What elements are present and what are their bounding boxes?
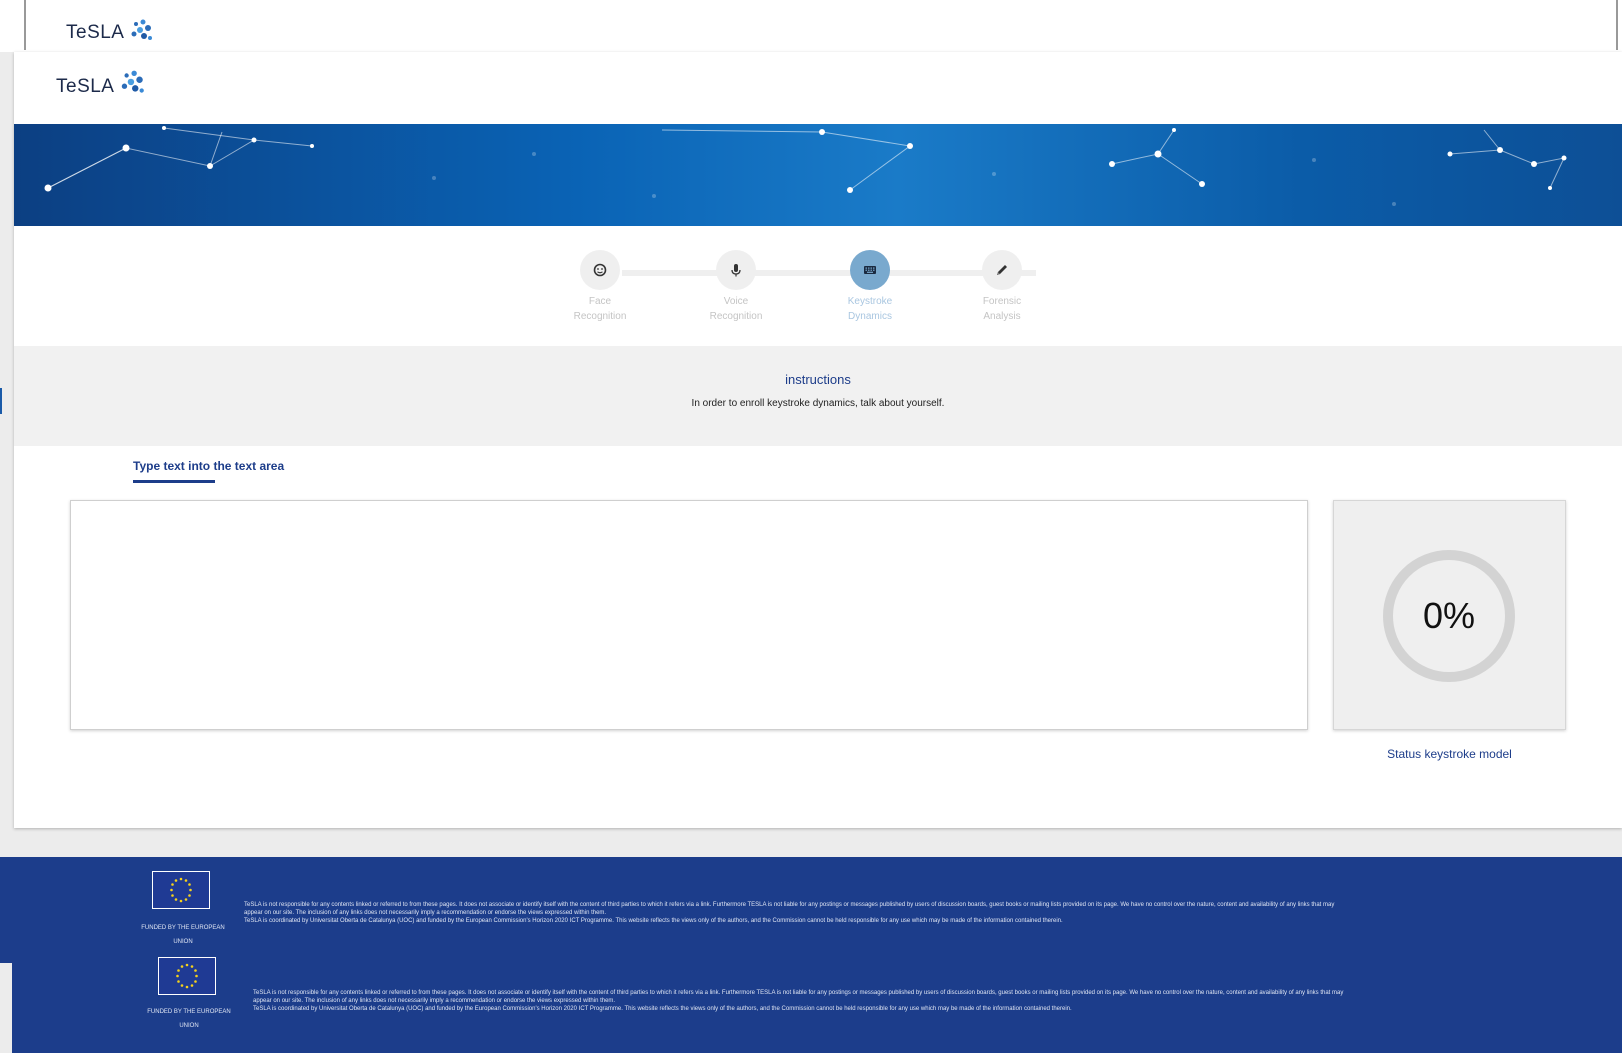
status-keystroke-panel: 0% bbox=[1333, 500, 1566, 730]
step-forensic-analysis[interactable]: Forensic Analysis bbox=[942, 226, 1062, 324]
step-label-line: Analysis bbox=[983, 311, 1021, 322]
disclaimer-line: appear on our site. The inclusion of any… bbox=[244, 910, 607, 916]
step-label-line: Dynamics bbox=[848, 311, 892, 322]
network-pattern-icon bbox=[44, 126, 1567, 206]
funded-line: FUNDED BY THE EUROPEAN bbox=[141, 925, 225, 931]
disclaimer-line: TeSLA is coordinated by Universitat Ober… bbox=[244, 918, 1063, 924]
logo[interactable]: TeSLA bbox=[56, 68, 146, 98]
step-label: Keystroke Dynamics bbox=[810, 294, 930, 324]
step-label: Voice Recognition bbox=[676, 294, 796, 324]
background-logo: TeSLA bbox=[66, 18, 154, 44]
logo-text: TeSLA bbox=[56, 76, 115, 97]
disclaimer-line: TeSLA is coordinated by Universitat Ober… bbox=[253, 1006, 1072, 1012]
background-header: TeSLA bbox=[0, 0, 1622, 52]
step-label-line: Recognition bbox=[709, 311, 763, 322]
disclaimer-text: TeSLA is not responsible for any content… bbox=[244, 901, 1484, 925]
tab-label: Type text into the text area bbox=[133, 459, 285, 473]
disclaimer-line: appear on our site. The inclusion of any… bbox=[253, 998, 616, 1004]
step-face-recognition[interactable]: Face Recognition bbox=[540, 226, 660, 324]
funded-line: FUNDED BY THE EUROPEAN bbox=[147, 1009, 231, 1015]
hero-banner bbox=[14, 124, 1622, 226]
logo-text: TeSLA bbox=[66, 22, 125, 43]
instructions-title: instructions bbox=[785, 372, 851, 387]
funded-line: UNION bbox=[179, 1023, 199, 1029]
background-marker bbox=[0, 388, 2, 414]
footer: FUNDED BY THE EUROPEAN UNION TeSLA is no… bbox=[12, 945, 1622, 1053]
step-keystroke-dynamics[interactable]: Keystroke Dynamics bbox=[810, 226, 930, 324]
logo-mark-icon bbox=[131, 19, 153, 40]
step-label-line: Voice bbox=[723, 296, 749, 307]
disclaimer-line: TeSLA is not responsible for any content… bbox=[253, 990, 1344, 996]
step-voice-recognition[interactable]: Voice Recognition bbox=[676, 226, 796, 324]
logo-mark-icon bbox=[122, 70, 145, 93]
status-keystroke-label: Status keystroke model bbox=[1387, 747, 1512, 761]
header: TeSLA bbox=[14, 52, 1622, 124]
step-label: Face Recognition bbox=[540, 294, 660, 324]
instructions-text: In order to enroll keystroke dynamics, t… bbox=[691, 398, 945, 409]
face-icon bbox=[580, 250, 620, 290]
step-label-line: Face bbox=[588, 296, 612, 307]
keystroke-text-area[interactable] bbox=[70, 500, 1308, 730]
enrollment-stepper: Face Recognition Voice Recognition Keyst… bbox=[14, 226, 1622, 346]
step-label: Forensic Analysis bbox=[942, 294, 1062, 324]
keyboard-icon bbox=[850, 250, 890, 290]
pen-icon bbox=[982, 250, 1022, 290]
eu-flag-icon bbox=[152, 871, 210, 909]
tab-active-indicator bbox=[133, 480, 215, 483]
step-label-line: Recognition bbox=[573, 311, 627, 322]
background-edge bbox=[24, 0, 26, 50]
disclaimer-text: TeSLA is not responsible for any content… bbox=[253, 989, 1493, 1013]
progress-ring: 0% bbox=[1383, 550, 1515, 682]
progress-percent: 0% bbox=[1422, 595, 1476, 636]
instructions-panel: instructions In order to enroll keystrok… bbox=[14, 346, 1622, 446]
tab-type-text[interactable]: Type text into the text area bbox=[133, 459, 284, 483]
eu-flag-icon bbox=[158, 957, 216, 995]
funded-label: FUNDED BY THE EUROPEAN UNION bbox=[134, 1005, 244, 1033]
background-edge bbox=[1616, 0, 1618, 50]
step-label-line: Forensic bbox=[982, 296, 1022, 307]
main-card: TeSLA Face Recognition Voice Recognition… bbox=[14, 52, 1622, 828]
step-label-line: Keystroke bbox=[847, 296, 893, 307]
disclaimer-line: TeSLA is not responsible for any content… bbox=[244, 902, 1335, 908]
microphone-icon bbox=[716, 250, 756, 290]
